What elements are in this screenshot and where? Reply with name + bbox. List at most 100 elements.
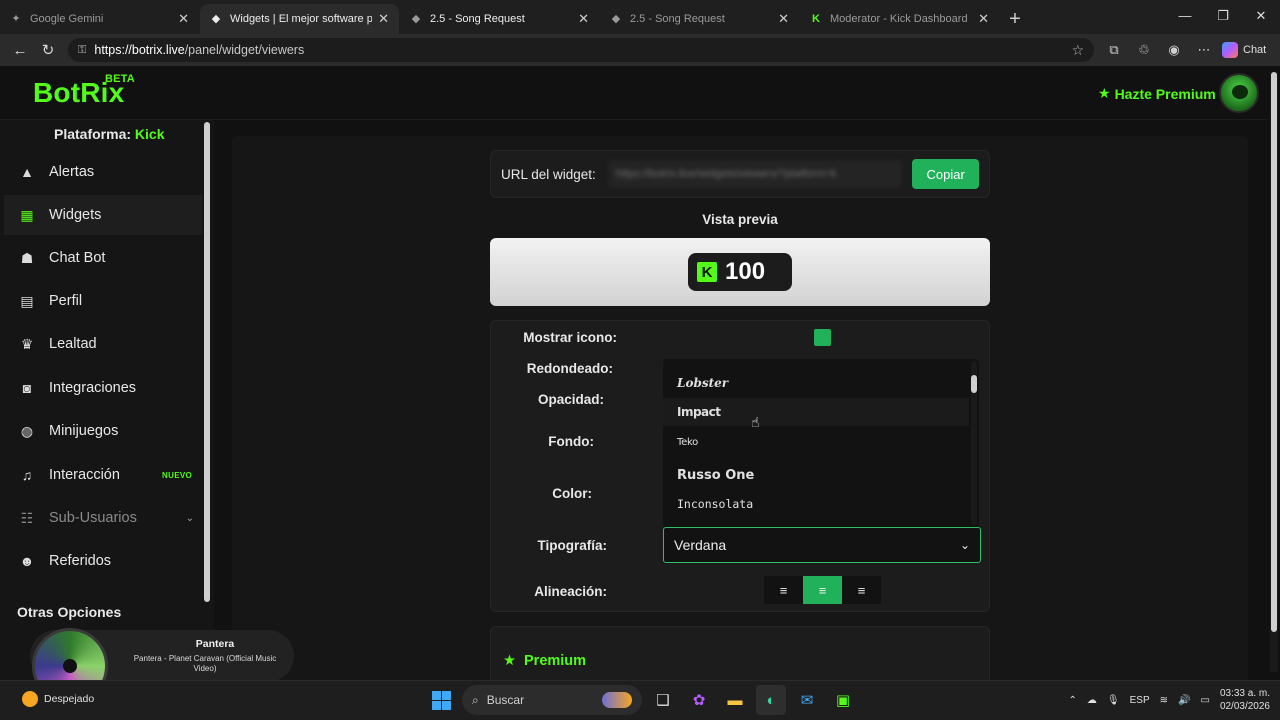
font-option-lobster[interactable]: Lobster: [663, 369, 969, 397]
site-info-icon[interactable]: ⚿: [78, 44, 86, 57]
close-tab-icon[interactable]: ✕: [178, 11, 189, 27]
file-explorer-icon[interactable]: ▬: [720, 685, 750, 715]
background-label: Fondo:: [548, 434, 594, 449]
premium-title[interactable]: ★ Premium: [503, 653, 586, 669]
align-left-button[interactable]: ≡: [764, 576, 803, 604]
search-placeholder: Buscar: [486, 693, 525, 707]
close-tab-icon[interactable]: ✕: [578, 11, 589, 27]
close-tab-icon[interactable]: ✕: [778, 11, 789, 27]
sidebar-item-lealtad[interactable]: ♛ Lealtad: [4, 324, 202, 364]
sidebar-item-label: Lealtad: [49, 336, 97, 352]
sidebar-item-interaccion[interactable]: ♫ Interacción NUEVO: [4, 455, 202, 495]
font-option-impact[interactable]: Impact: [663, 398, 969, 426]
font-option-russo-one[interactable]: Russo One: [663, 461, 969, 489]
page-scrollbar-thumb[interactable]: [1271, 72, 1277, 632]
star-icon: ★: [503, 653, 516, 669]
tab-title: 2.5 - Song Request: [430, 13, 525, 25]
close-tab-icon[interactable]: ✕: [378, 11, 389, 27]
clock[interactable]: 03:33 a. m. 02/03/2026: [1220, 687, 1270, 713]
browser-tab-bar: ✦ Google Gemini ✕ ◆ Widgets | El mejor s…: [0, 0, 1280, 34]
sidebar-item-perfil[interactable]: ▤ Perfil: [4, 281, 202, 321]
premium-card: ★ Premium: [490, 626, 990, 686]
reload-icon[interactable]: ↻: [34, 41, 62, 59]
typography-select[interactable]: Verdana ⌄: [663, 527, 981, 563]
avatar[interactable]: [1219, 73, 1259, 113]
sidebar-item-label: Alertas: [49, 164, 95, 180]
sidebar-item-label: Chat Bot: [49, 250, 106, 266]
tab-google-gemini[interactable]: ✦ Google Gemini ✕: [0, 4, 199, 34]
copilot-chat-button[interactable]: Chat: [1222, 42, 1266, 58]
close-tab-icon[interactable]: ✕: [978, 11, 989, 27]
start-button[interactable]: [426, 685, 456, 715]
wifi-icon[interactable]: ≋: [1160, 695, 1168, 706]
gamepad-icon: ◍: [20, 422, 34, 439]
split-screen-icon[interactable]: ♲: [1132, 42, 1156, 58]
back-icon[interactable]: ←: [6, 42, 34, 59]
sidebar-item-sub-usuarios[interactable]: ☷ Sub-Usuarios ⌄: [4, 498, 202, 538]
kick-icon: K: [812, 13, 820, 25]
edge-browser-icon[interactable]: ◐: [756, 685, 786, 715]
premium-link[interactable]: ★ Hazte Premium: [1098, 85, 1216, 102]
tab-song-request-2[interactable]: ◆ 2.5 - Song Request ✕: [600, 4, 799, 34]
sidebar-item-widgets[interactable]: ▦ Widgets: [4, 195, 202, 235]
sidebar-item-referidos[interactable]: ☻ Referidos: [4, 541, 202, 581]
copilot-app-icon[interactable]: ✿: [684, 685, 714, 715]
font-option-teko[interactable]: Teko: [663, 428, 969, 456]
close-window-icon[interactable]: ✕: [1242, 0, 1280, 34]
rounded-label: Redondeado:: [526, 361, 613, 376]
onedrive-icon[interactable]: ☁: [1087, 695, 1097, 706]
grid-icon: ▦: [20, 206, 34, 223]
opacity-label: Opacidad:: [537, 392, 604, 407]
platform-indicator: Plataforma: Kick: [54, 126, 165, 142]
chevron-up-icon[interactable]: ⌃: [1069, 695, 1077, 706]
sidebar-item-label: Interacción: [49, 467, 120, 483]
url-path: /panel/widget/viewers: [184, 43, 305, 57]
font-dropdown-list[interactable]: Lobster Impact Teko Russo One Inconsolat…: [663, 359, 979, 527]
taskbar-search[interactable]: ⌕ Buscar: [462, 685, 642, 715]
kick-app-icon[interactable]: ▣: [828, 685, 858, 715]
windows-icon: [431, 690, 451, 710]
battery-icon[interactable]: ▭: [1200, 695, 1209, 706]
tab-song-request[interactable]: ◆ 2.5 - Song Request ✕: [400, 4, 599, 34]
widget-url-field[interactable]: https://botrix.live/widgets/viewers/?pla…: [607, 160, 903, 188]
brand-logo[interactable]: BotRix BETA: [33, 73, 135, 109]
language-indicator[interactable]: ESP: [1130, 695, 1150, 706]
search-icon: ⌕: [472, 692, 479, 707]
profile-icon[interactable]: ◉: [1162, 42, 1186, 58]
weather-widget[interactable]: Despejado: [22, 691, 94, 707]
more-menu-icon[interactable]: ⋯: [1192, 42, 1216, 58]
avatar-face-icon: [1232, 85, 1248, 99]
address-bar[interactable]: ⚿ https://botrix.live /panel/widget/view…: [68, 38, 1094, 62]
extensions-icon[interactable]: ⧉: [1102, 42, 1126, 58]
microphone-icon[interactable]: 🎙: [1107, 695, 1120, 706]
new-tab-button[interactable]: +: [1000, 4, 1030, 34]
tab-widgets[interactable]: ◆ Widgets | El mejor software para p ✕: [200, 4, 399, 34]
minimize-icon[interactable]: —: [1166, 0, 1204, 34]
widget-settings: Mostrar icono: Redondeado: Opacidad: Fon…: [490, 320, 990, 612]
music-icon: ♫: [21, 467, 33, 483]
volume-icon[interactable]: 🔊: [1178, 695, 1190, 706]
outlook-icon[interactable]: ✉: [792, 685, 822, 715]
copy-button[interactable]: Copiar: [912, 159, 979, 189]
task-view-icon[interactable]: ❑: [648, 685, 678, 715]
page-scrollbar[interactable]: [1270, 72, 1278, 672]
align-center-icon: ≡: [818, 582, 827, 598]
favorite-star-icon[interactable]: ☆: [1071, 42, 1084, 59]
trophy-icon: ♛: [20, 335, 34, 352]
sidebar-item-alertas[interactable]: ▲ Alertas: [4, 152, 202, 192]
sidebar-scrollbar[interactable]: [204, 122, 210, 602]
tab-kick-dashboard[interactable]: K Moderator - Kick Dashboard ✕: [800, 4, 999, 34]
sidebar-item-minijuegos[interactable]: ◍ Minijuegos: [4, 411, 202, 451]
platform-value: Kick: [134, 126, 165, 142]
copilot-icon: [1222, 42, 1238, 58]
sidebar-item-integraciones[interactable]: ◙ Integraciones: [4, 368, 202, 408]
taskbar-apps: ⌕ Buscar ❑ ✿ ▬ ◐ ✉ ▣: [426, 685, 858, 715]
sidebar-item-chat-bot[interactable]: ☗ Chat Bot: [4, 238, 202, 278]
dropdown-scrollbar-thumb[interactable]: [971, 375, 977, 393]
show-icon-checkbox[interactable]: [814, 329, 831, 346]
font-option-inconsolata[interactable]: Inconsolata: [663, 490, 969, 518]
maximize-icon[interactable]: ❐: [1204, 0, 1242, 34]
align-center-button[interactable]: ≡: [803, 576, 842, 604]
align-right-button[interactable]: ≡: [842, 576, 881, 604]
typography-label: Tipografía:: [537, 538, 607, 553]
